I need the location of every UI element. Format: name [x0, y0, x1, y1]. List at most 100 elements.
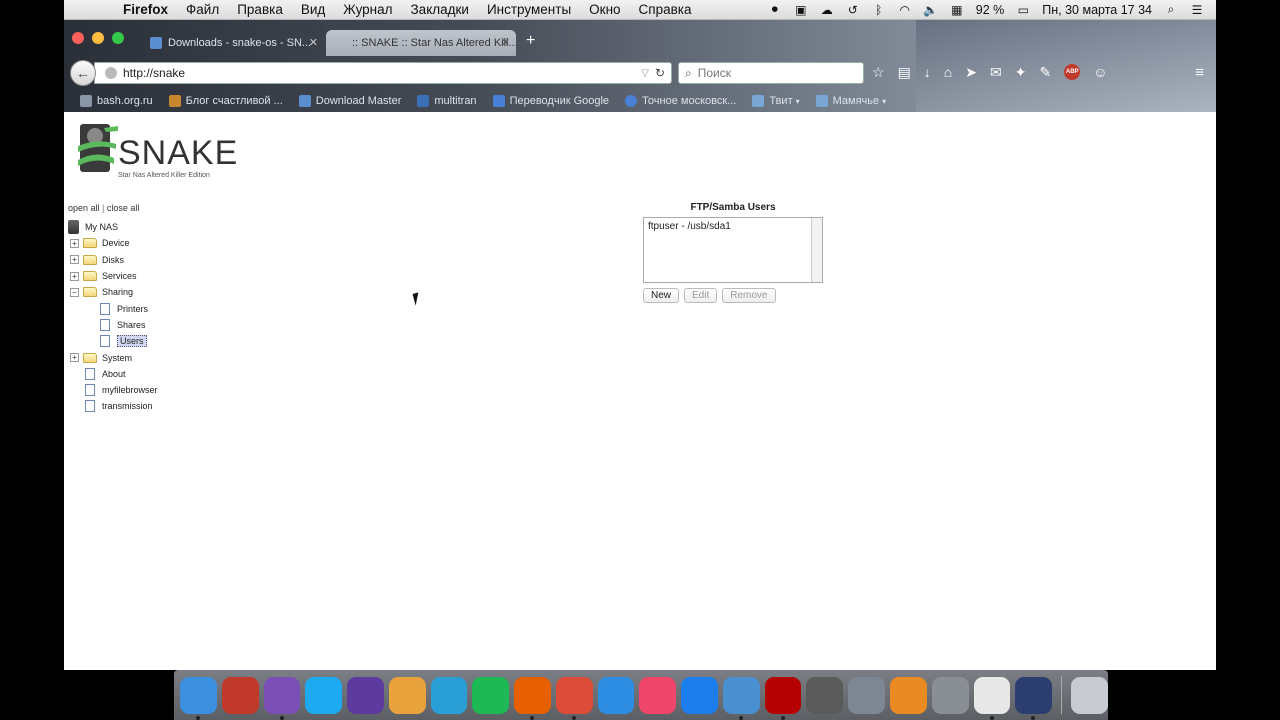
- dock-firefox-icon[interactable]: [514, 676, 551, 720]
- list-item[interactable]: ftpuser - /usb/sda1: [648, 221, 818, 232]
- tree-item-shares[interactable]: Shares: [68, 317, 158, 333]
- url-dropdown-icon[interactable]: ▽: [641, 68, 649, 79]
- remove-button[interactable]: Remove: [722, 288, 776, 303]
- volume-icon[interactable]: 🔈: [923, 3, 938, 17]
- open-all-link[interactable]: open all: [68, 203, 100, 213]
- close-tab-icon[interactable]: ✕: [309, 36, 318, 49]
- dock-trash-icon[interactable]: [1071, 676, 1108, 714]
- adblock-icon[interactable]: ABP: [1064, 64, 1081, 80]
- expand-icon[interactable]: +: [70, 255, 79, 265]
- tree-label[interactable]: Printers: [117, 304, 148, 314]
- tab-downloads[interactable]: Downloads - snake-os - SN... ✕: [142, 30, 324, 56]
- battery-icon[interactable]: ▭: [1016, 3, 1030, 17]
- bookmark-folder-tweet[interactable]: Твит ▾: [752, 95, 800, 107]
- tree-item-sharing[interactable]: − Sharing: [68, 284, 158, 300]
- tree-item-transmission[interactable]: transmission: [68, 398, 158, 414]
- dock-skype-icon[interactable]: [305, 676, 343, 714]
- dock-chrome-icon[interactable]: [555, 676, 593, 720]
- tree-item-printers[interactable]: Printers: [68, 300, 158, 316]
- dock-ibooks-icon[interactable]: [890, 676, 927, 714]
- bookmark-download-master[interactable]: Download Master: [298, 95, 401, 107]
- menu-edit[interactable]: Правка: [228, 2, 292, 17]
- url-text[interactable]: http://snake: [123, 66, 641, 80]
- send-icon[interactable]: ➤: [965, 64, 977, 81]
- back-button[interactable]: ←: [70, 60, 96, 86]
- tools-icon[interactable]: ✎: [1039, 64, 1051, 81]
- download-icon[interactable]: ↓: [924, 64, 931, 81]
- dock-tweetbot-icon[interactable]: [722, 676, 760, 720]
- tree-label[interactable]: System: [102, 353, 132, 363]
- dock-app-2-icon[interactable]: [221, 676, 259, 714]
- bookmark-google-translate[interactable]: Переводчик Google: [492, 95, 609, 107]
- url-bar[interactable]: http://snake ▽ ↻: [94, 62, 672, 84]
- menu-tools[interactable]: Инструменты: [478, 2, 580, 17]
- extension-icon[interactable]: ✦: [1015, 64, 1027, 81]
- tree-item-services[interactable]: + Services: [68, 268, 158, 284]
- dock-app-store-icon[interactable]: [681, 676, 718, 714]
- bookmark-star-icon[interactable]: ☆: [872, 64, 885, 81]
- zoom-window-icon[interactable]: [112, 32, 124, 44]
- bookmark-bash[interactable]: bash.org.ru: [80, 95, 153, 107]
- clock[interactable]: Пн, 30 марта 17 34: [1042, 3, 1152, 17]
- tree-label[interactable]: About: [102, 369, 126, 379]
- close-window-icon[interactable]: [72, 32, 84, 44]
- menu-file[interactable]: Файл: [177, 2, 228, 17]
- record-icon[interactable]: ⏺: [768, 2, 782, 17]
- new-tab-icon[interactable]: +: [526, 32, 535, 50]
- menu-history[interactable]: Журнал: [334, 2, 401, 17]
- tree-item-device[interactable]: + Device: [68, 235, 158, 251]
- bookmark-folder-mamyache[interactable]: Мамячье ▾: [815, 95, 886, 107]
- tree-item-users[interactable]: Users: [68, 333, 158, 349]
- dock-imovie-icon[interactable]: [347, 676, 384, 714]
- menu-view[interactable]: Вид: [292, 2, 334, 17]
- dock-app-20-icon[interactable]: [973, 676, 1011, 720]
- bookmark-multitran[interactable]: multitran: [417, 95, 477, 107]
- dock-spotify-icon[interactable]: [472, 676, 510, 714]
- tab-snake[interactable]: :: SNAKE :: Star Nas Altered Kill... ✕: [326, 30, 516, 56]
- dock-evernote-icon[interactable]: [806, 676, 844, 714]
- search-input[interactable]: ⌕ Поиск: [678, 62, 864, 84]
- expand-icon[interactable]: +: [70, 353, 79, 363]
- edit-button[interactable]: Edit: [684, 288, 718, 303]
- dock-safari-icon[interactable]: [597, 676, 635, 714]
- notification-center-icon[interactable]: ☰: [1190, 3, 1204, 17]
- cloud-status-icon[interactable]: ☁: [820, 3, 834, 17]
- evernote-status-icon[interactable]: ▣: [794, 3, 808, 17]
- battery-percent[interactable]: 92 %: [976, 3, 1005, 17]
- hamburger-menu-icon[interactable]: ≡: [1195, 64, 1204, 81]
- tree-label[interactable]: Device: [102, 238, 130, 248]
- tree-label[interactable]: transmission: [102, 401, 153, 411]
- tree-item-system[interactable]: + System: [68, 349, 158, 365]
- tree-label[interactable]: Sharing: [102, 287, 133, 297]
- chat-icon[interactable]: ☺: [1093, 64, 1107, 81]
- time-machine-icon[interactable]: ↺: [846, 3, 860, 17]
- gmail-icon[interactable]: ✉: [990, 64, 1002, 81]
- close-tab-icon[interactable]: ✕: [501, 36, 510, 49]
- dock-viber-icon[interactable]: [263, 676, 301, 720]
- menu-firefox[interactable]: Firefox: [114, 2, 177, 17]
- tree-label[interactable]: Shares: [117, 320, 146, 330]
- spotlight-icon[interactable]: ⌕: [1164, 2, 1178, 17]
- scrollbar[interactable]: [811, 218, 822, 282]
- reading-list-icon[interactable]: ▤: [898, 64, 911, 81]
- tree-root[interactable]: My NAS: [68, 219, 158, 235]
- dock-filezilla-icon[interactable]: [764, 676, 802, 720]
- menu-bookmarks[interactable]: Закладки: [402, 2, 478, 17]
- tree-label[interactable]: Services: [102, 271, 137, 281]
- home-icon[interactable]: ⌂: [944, 64, 952, 81]
- bookmark-time[interactable]: Точное московск...: [625, 95, 736, 107]
- dock-photos-icon[interactable]: [388, 676, 426, 714]
- dock-kodi-icon[interactable]: [430, 676, 468, 714]
- tree-item-about[interactable]: About: [68, 366, 158, 382]
- tree-label[interactable]: Disks: [102, 255, 124, 265]
- dock-quicktime-icon[interactable]: [1015, 676, 1053, 720]
- bluetooth-icon[interactable]: ᛒ: [872, 3, 886, 17]
- dock-system-preferences-icon[interactable]: [931, 676, 969, 714]
- menu-window[interactable]: Окно: [580, 2, 629, 17]
- reload-icon[interactable]: ↻: [655, 66, 665, 80]
- new-button[interactable]: New: [643, 288, 680, 303]
- tree-label[interactable]: myfilebrowser: [102, 385, 158, 395]
- expand-icon[interactable]: +: [70, 271, 79, 281]
- bookmark-blog[interactable]: Блог счастливой ...: [168, 95, 283, 107]
- dock-itunes-icon[interactable]: [639, 676, 677, 714]
